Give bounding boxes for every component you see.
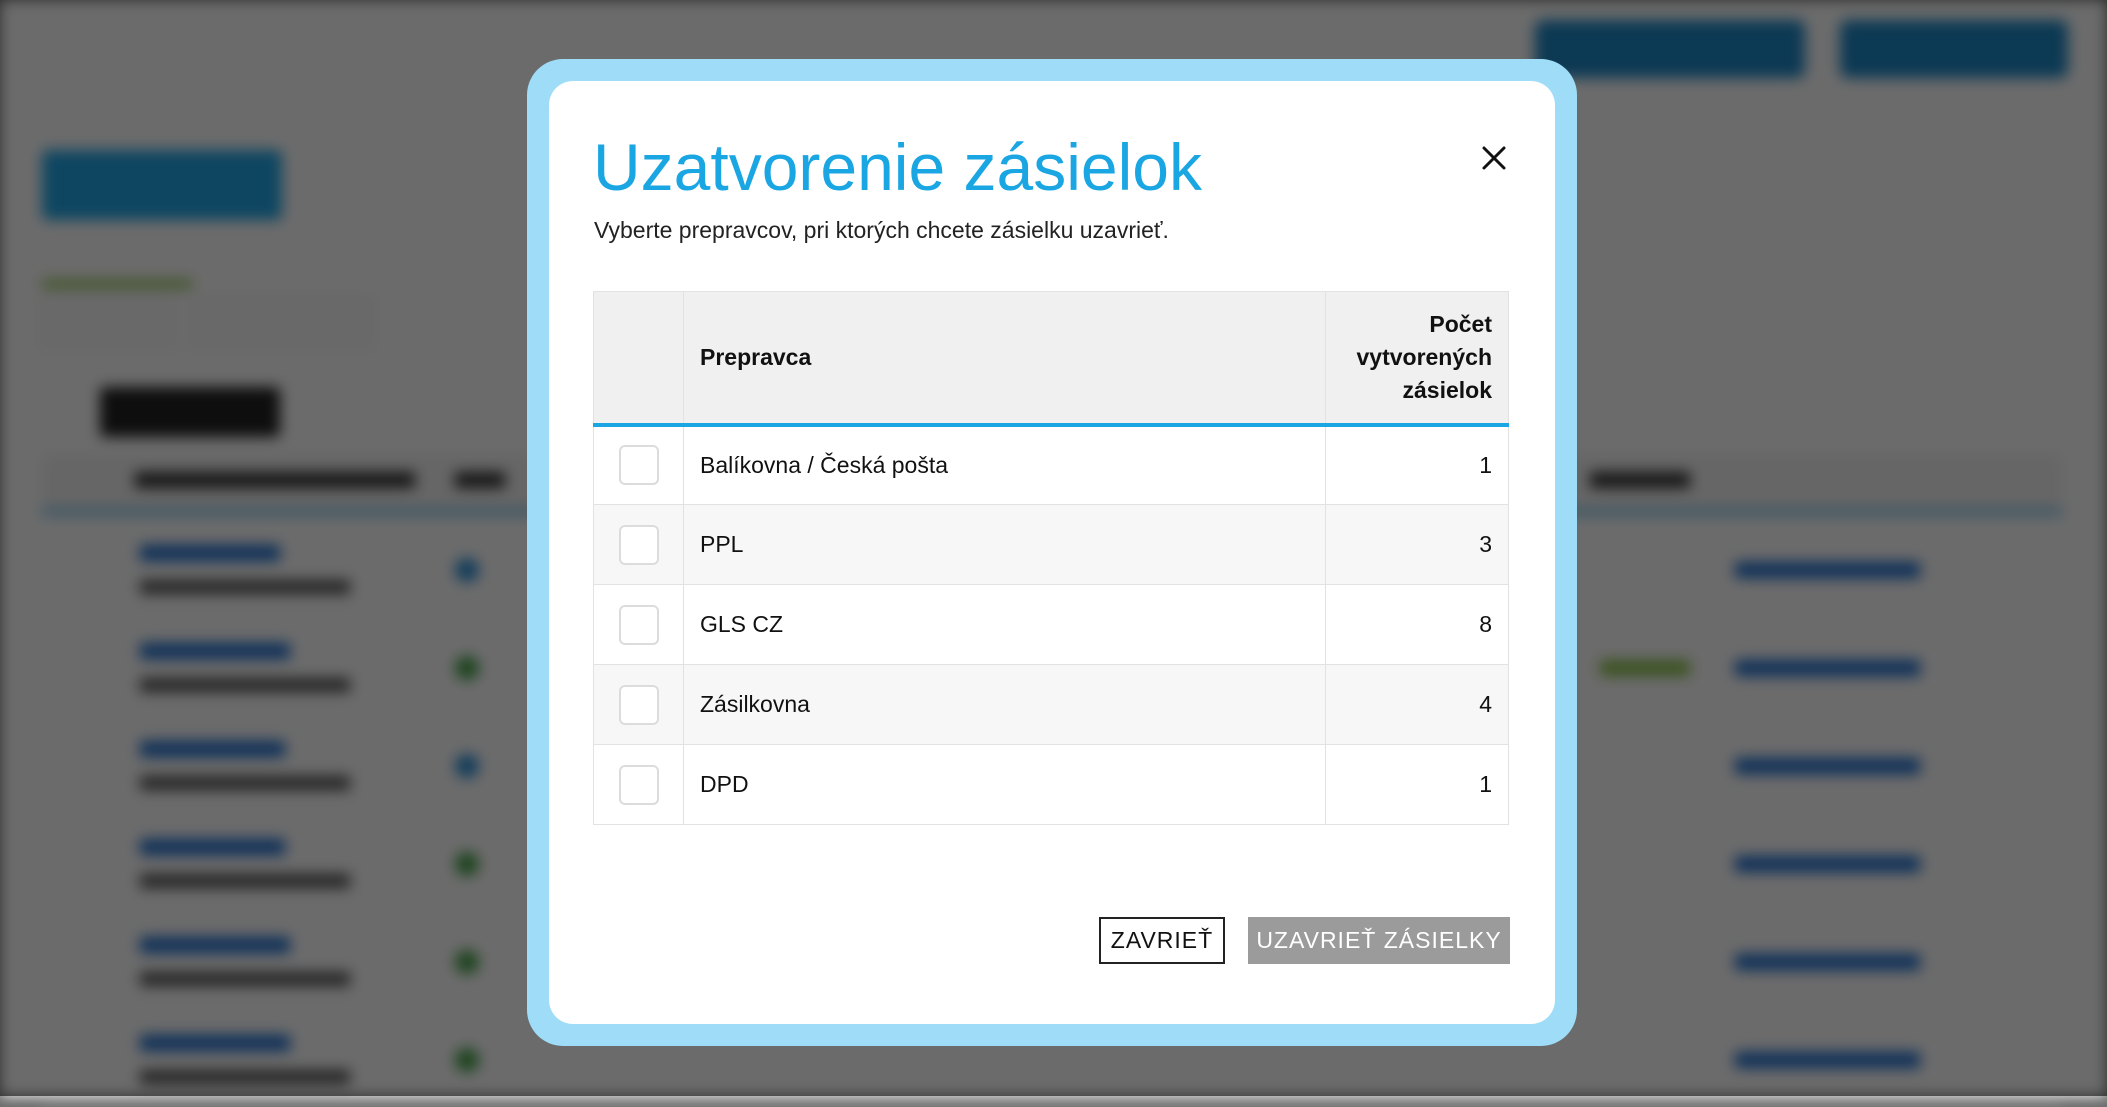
carrier-name: Balíkovna / Česká pošta [683, 424, 1326, 505]
close-shipments-button[interactable]: UZAVRIEŤ ZÁSIELKY [1248, 917, 1510, 964]
row-select-cell [593, 664, 684, 745]
carrier-checkbox[interactable] [618, 684, 659, 725]
shipment-count: 4 [1325, 664, 1509, 745]
carrier-checkbox[interactable] [618, 445, 659, 486]
table-row: Zásilkovna 4 [593, 664, 1509, 745]
modal-subtitle: Vyberte prepravcov, pri ktorých chcete z… [594, 217, 1169, 243]
table-row: DPD 1 [593, 744, 1509, 825]
shipment-count: 3 [1325, 504, 1509, 585]
table-row: GLS CZ 8 [593, 584, 1509, 665]
shipment-count: 8 [1325, 584, 1509, 665]
shipment-count: 1 [1325, 424, 1509, 505]
carrier-name: DPD [683, 744, 1326, 825]
table-row: Balíkovna / Česká pošta 1 [593, 424, 1509, 505]
row-select-cell [593, 584, 684, 665]
row-select-cell [593, 744, 684, 825]
carrier-table: Prepravca Počet vytvorených zásielok Bal… [593, 291, 1509, 825]
shipment-count: 1 [1325, 744, 1509, 825]
header-carrier: Prepravca [683, 291, 1326, 427]
carrier-name: PPL [683, 504, 1326, 585]
table-row: PPL 3 [593, 504, 1509, 585]
close-button[interactable] [1469, 133, 1519, 183]
carrier-checkbox[interactable] [618, 604, 659, 645]
close-shipments-dialog: Uzatvorenie zásielok Vyberte prepravcov,… [549, 81, 1555, 1024]
carrier-name: Zásilkovna [683, 664, 1326, 745]
modal-title: Uzatvorenie zásielok [593, 130, 1202, 204]
table-header-row: Prepravca Počet vytvorených zásielok [593, 291, 1509, 427]
carrier-checkbox[interactable] [618, 764, 659, 805]
modal-frame: Uzatvorenie zásielok Vyberte prepravcov,… [527, 59, 1577, 1046]
carrier-checkbox[interactable] [618, 524, 659, 565]
header-count: Počet vytvorených zásielok [1325, 291, 1509, 427]
header-select-column [593, 291, 684, 427]
close-dialog-button[interactable]: ZAVRIEŤ [1099, 917, 1225, 964]
close-icon [1482, 146, 1506, 170]
row-select-cell [593, 424, 684, 505]
carrier-name: GLS CZ [683, 584, 1326, 665]
row-select-cell [593, 504, 684, 585]
